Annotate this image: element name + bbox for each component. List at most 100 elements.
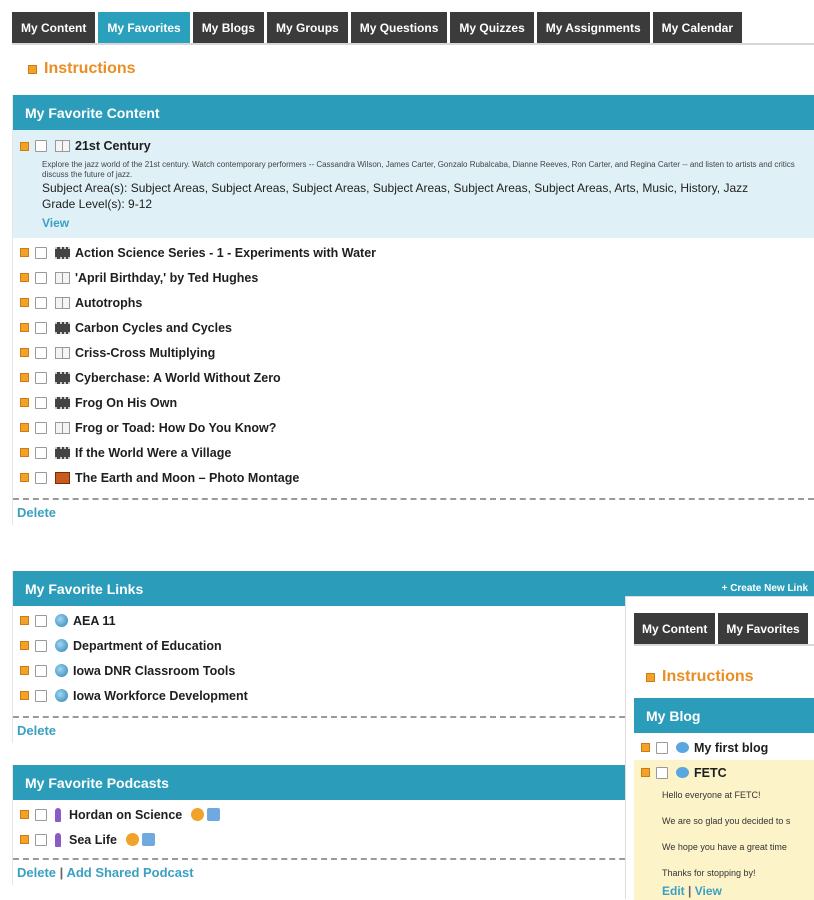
item-checkbox[interactable] bbox=[35, 346, 47, 359]
item-checkbox[interactable] bbox=[35, 296, 47, 309]
expand-icon[interactable] bbox=[20, 373, 29, 382]
item-title[interactable]: My first blog bbox=[694, 741, 768, 755]
item-title[interactable]: Frog or Toad: How Do You Know? bbox=[75, 421, 276, 435]
item-checkbox[interactable] bbox=[35, 614, 47, 627]
item-title[interactable]: FETC bbox=[694, 766, 727, 780]
create-new-link[interactable]: + Create New Link bbox=[722, 583, 808, 594]
tab-my-quizzes[interactable]: My Quizzes bbox=[450, 12, 534, 43]
add-shared-podcast-link[interactable]: Add Shared Podcast bbox=[66, 865, 193, 880]
tab-my-questions[interactable]: My Questions bbox=[350, 12, 448, 43]
item-checkbox[interactable] bbox=[35, 808, 47, 821]
item-title[interactable]: Iowa Workforce Development bbox=[73, 689, 248, 703]
expand-icon[interactable] bbox=[20, 616, 29, 625]
list-item[interactable]: Action Science Series - 1 - Experiments … bbox=[13, 240, 814, 265]
list-item[interactable]: Cyberchase: A World Without Zero bbox=[13, 365, 814, 390]
list-item[interactable]: Autotrophs bbox=[13, 290, 814, 315]
expand-icon[interactable] bbox=[20, 298, 29, 307]
item-checkbox[interactable] bbox=[35, 833, 47, 846]
list-item[interactable]: My first blog bbox=[634, 735, 814, 760]
list-item[interactable]: FETC bbox=[634, 760, 727, 785]
item-title[interactable]: Action Science Series - 1 - Experiments … bbox=[75, 246, 376, 260]
delete-link[interactable]: Delete bbox=[17, 865, 56, 880]
item-checkbox[interactable] bbox=[35, 471, 47, 484]
item-checkbox[interactable] bbox=[35, 639, 47, 652]
edit-link[interactable]: Edit bbox=[662, 884, 685, 898]
tab-my-calendar[interactable]: My Calendar bbox=[652, 12, 743, 43]
expand-icon[interactable] bbox=[20, 398, 29, 407]
item-checkbox[interactable] bbox=[35, 140, 47, 152]
expand-icon[interactable] bbox=[20, 423, 29, 432]
list-item[interactable]: 'April Birthday,' by Ted Hughes bbox=[13, 265, 814, 290]
chat-bubble-icon bbox=[676, 767, 689, 778]
item-title[interactable]: Criss-Cross Multiplying bbox=[75, 346, 215, 360]
rss-icon[interactable] bbox=[191, 808, 205, 821]
tab-my-favorites[interactable]: My Favorites bbox=[718, 613, 808, 644]
item-checkbox[interactable] bbox=[35, 421, 47, 434]
view-link[interactable]: View bbox=[695, 884, 722, 898]
item-title[interactable]: Cyberchase: A World Without Zero bbox=[75, 371, 281, 385]
expand-icon[interactable] bbox=[20, 323, 29, 332]
expand-icon[interactable] bbox=[641, 768, 650, 777]
item-title[interactable]: 'April Birthday,' by Ted Hughes bbox=[75, 271, 258, 285]
expand-icon[interactable] bbox=[641, 743, 650, 752]
expand-icon[interactable] bbox=[20, 641, 29, 650]
view-link[interactable]: View bbox=[42, 216, 814, 230]
item-checkbox[interactable] bbox=[656, 741, 668, 754]
expand-icon[interactable] bbox=[20, 473, 29, 482]
item-title[interactable]: Autotrophs bbox=[75, 296, 142, 310]
list-item[interactable]: The Earth and Moon – Photo Montage bbox=[13, 465, 814, 490]
item-checkbox[interactable] bbox=[35, 396, 47, 409]
item-checkbox[interactable] bbox=[35, 271, 47, 284]
item-checkbox[interactable] bbox=[35, 446, 47, 459]
list-item[interactable]: Criss-Cross Multiplying bbox=[13, 340, 814, 365]
item-checkbox[interactable] bbox=[35, 246, 47, 259]
item-title[interactable]: Carbon Cycles and Cycles bbox=[75, 321, 232, 335]
item-title[interactable]: If the World Were a Village bbox=[75, 446, 231, 460]
instructions[interactable]: Instructions bbox=[646, 668, 754, 686]
list-item[interactable]: Carbon Cycles and Cycles bbox=[13, 315, 814, 340]
instructions-link[interactable]: Instructions bbox=[44, 60, 136, 78]
item-title[interactable]: AEA 11 bbox=[73, 614, 116, 628]
list-item[interactable]: Frog On His Own bbox=[13, 390, 814, 415]
music-icon[interactable] bbox=[207, 808, 221, 821]
music-icon[interactable] bbox=[141, 833, 155, 846]
item-checkbox[interactable] bbox=[656, 766, 668, 779]
item-checkbox[interactable] bbox=[35, 664, 47, 677]
expand-icon[interactable] bbox=[20, 448, 29, 457]
item-title[interactable]: Iowa DNR Classroom Tools bbox=[73, 664, 235, 678]
list-item[interactable]: Frog or Toad: How Do You Know? bbox=[13, 415, 814, 440]
item-checkbox[interactable] bbox=[35, 321, 47, 334]
item-checkbox[interactable] bbox=[35, 371, 47, 384]
item-title[interactable]: Frog On His Own bbox=[75, 396, 177, 410]
expand-icon[interactable] bbox=[20, 835, 29, 844]
expand-icon[interactable] bbox=[20, 273, 29, 282]
instructions-link[interactable]: Instructions bbox=[662, 668, 754, 686]
tab-my-favorites[interactable]: My Favorites bbox=[98, 12, 190, 43]
tab-my-content[interactable]: My Content bbox=[634, 613, 716, 644]
item-title[interactable]: Hordan on Science bbox=[69, 808, 182, 822]
item-title[interactable]: The Earth and Moon – Photo Montage bbox=[75, 471, 299, 485]
delete-link[interactable]: Delete bbox=[17, 505, 56, 520]
item-title[interactable]: Department of Education bbox=[73, 639, 222, 653]
tab-my-content[interactable]: My Content bbox=[12, 12, 96, 43]
separator: | bbox=[59, 865, 64, 880]
list-item[interactable]: 21st Century bbox=[13, 136, 814, 156]
instructions[interactable]: Instructions bbox=[12, 60, 814, 78]
expand-icon[interactable] bbox=[20, 691, 29, 700]
expand-icon[interactable] bbox=[20, 348, 29, 357]
expand-icon[interactable] bbox=[20, 666, 29, 675]
expand-icon[interactable] bbox=[20, 141, 29, 151]
expand-icon[interactable] bbox=[20, 248, 29, 257]
expanded-item: 21st Century Explore the jazz world of t… bbox=[13, 130, 814, 238]
tab-my-groups[interactable]: My Groups bbox=[267, 12, 348, 43]
delete-link[interactable]: Delete bbox=[17, 723, 56, 738]
item-title[interactable]: Sea Life bbox=[69, 833, 117, 847]
rss-icon[interactable] bbox=[125, 833, 139, 846]
expand-icon[interactable] bbox=[20, 810, 29, 819]
tab-my-assignments[interactable]: My Assignments bbox=[536, 12, 650, 43]
book-icon bbox=[55, 140, 70, 152]
item-title[interactable]: 21st Century bbox=[75, 139, 151, 153]
tab-my-blogs[interactable]: My Blogs bbox=[192, 12, 265, 43]
item-checkbox[interactable] bbox=[35, 689, 47, 702]
list-item[interactable]: If the World Were a Village bbox=[13, 440, 814, 465]
